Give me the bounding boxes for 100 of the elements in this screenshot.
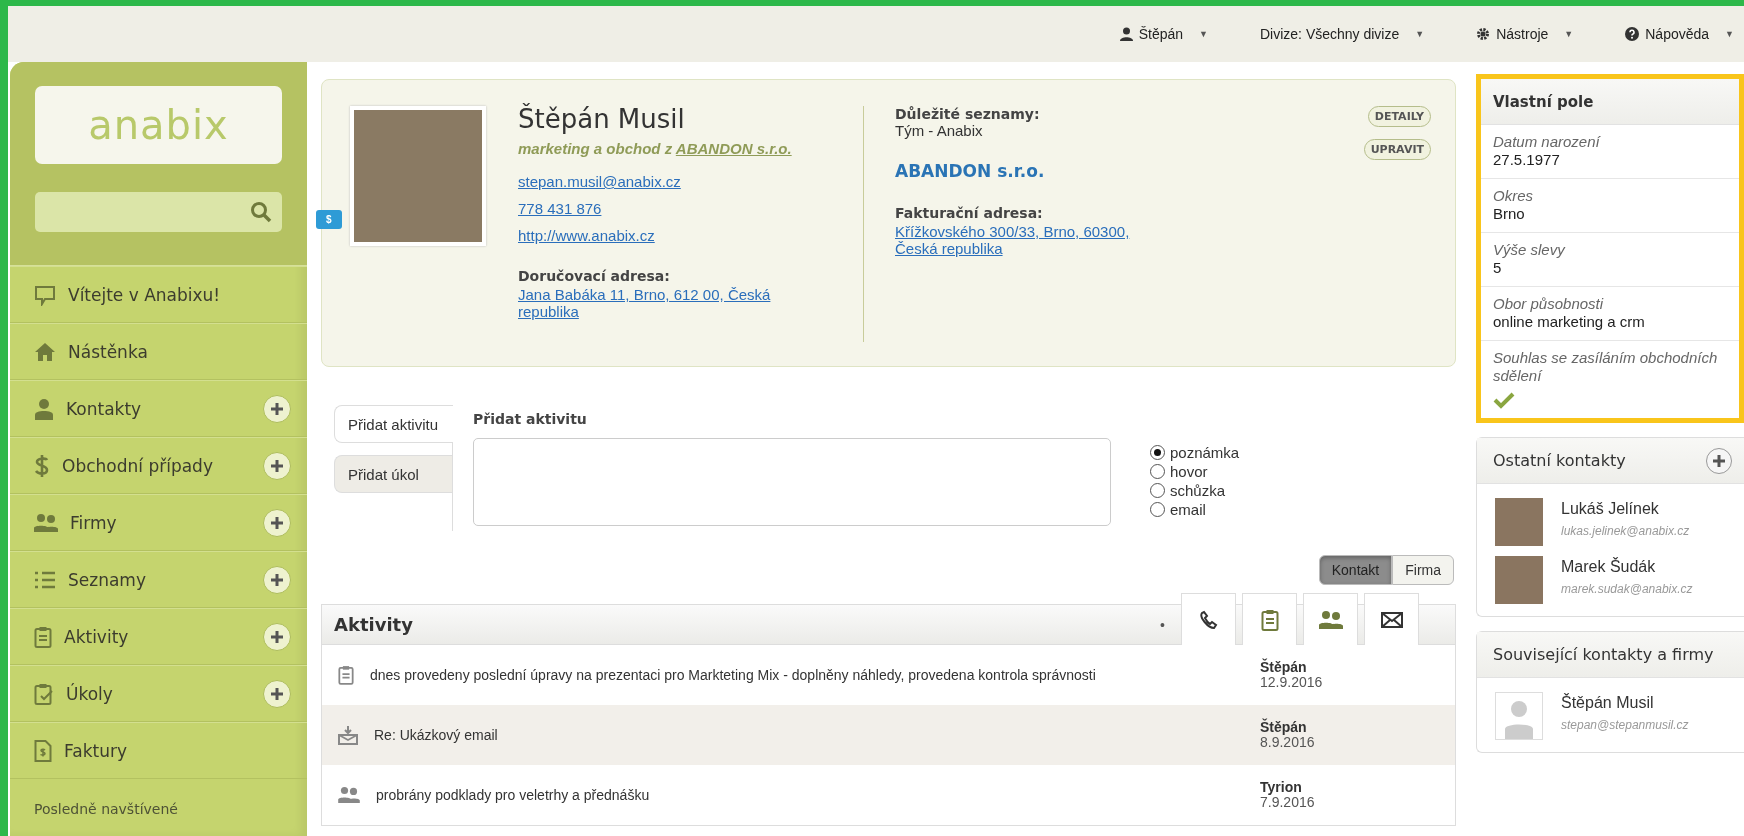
radio-button[interactable] [1150,464,1165,479]
contact-name[interactable]: Marek Šudák [1561,558,1693,576]
field-label: Důležité seznamy: [895,106,1041,122]
sidebar-item-label[interactable]: Aktivity [64,626,251,647]
sidebar-item-label[interactable]: Úkoly [66,683,251,704]
panel-title: Související kontakty a firmy [1493,645,1714,664]
sidebar-item[interactable]: Obchodní případy [10,437,307,494]
activity-row[interactable]: probrány podklady pro veletrhy a přednášku Tyrion 7.9.2016 [322,765,1455,825]
activity-text: dnes provedeny poslední úpravy na prezentaci pro Markteting Mix - doplněny náhledy, provedena kontrola správnosti [369,667,1097,683]
clipboard-icon [1260,608,1279,631]
plus-icon [270,458,284,473]
contact-email: lukas.jelinek@anabix.cz [1561,524,1690,538]
logo: anabix [88,102,229,148]
sidebar-item[interactable]: Firmy [10,494,307,551]
sidebar-item[interactable]: Kontakty [10,380,307,437]
add-button[interactable] [263,394,291,423]
author: Štěpán [1260,720,1308,735]
contact-subtitle: marketing a obchod z ABANDON s.r.o. [518,140,793,157]
speech-bubble-icon [34,283,56,306]
card-button[interactable]: DETAILY [1367,106,1431,127]
sidebar-item[interactable]: Úkoly [10,665,307,722]
add-button[interactable] [263,565,291,594]
plus-icon [270,401,284,416]
date: 8.9.2016 [1260,735,1316,750]
sidebar-item[interactable]: Nástěnka [10,323,307,380]
sidebar-item-label[interactable]: Firmy [70,512,251,533]
add-button[interactable] [263,679,291,708]
address-link[interactable]: Jana Babáka 11, Brno, 612 00, Česká republika [518,286,831,320]
sidebar-item[interactable]: Aktivity [10,608,307,665]
card-button[interactable]: UPRAVIT [1363,139,1431,160]
person-icon [34,397,54,420]
sidebar-item-label[interactable]: Obchodní případy [62,455,251,476]
activity-row[interactable]: dnes provedeny poslední úpravy na prezentaci pro Markteting Mix - doplněny náhledy, provedena kontrola správnosti Štěpán 12.9.2016 [322,645,1455,705]
author: Tyrion [1260,780,1303,795]
plus-icon [270,515,284,530]
toggle-button[interactable]: Kontakt [1318,555,1393,585]
author: Štěpán [1260,660,1308,675]
radio-button[interactable] [1150,445,1165,460]
toggle-button[interactable]: Firma [1392,555,1454,585]
add-button[interactable] [1706,447,1732,474]
phone-link[interactable]: 778 431 876 [518,200,602,217]
add-button[interactable] [263,622,291,651]
contact-email: marek.sudak@anabix.cz [1561,582,1693,596]
radio-option[interactable]: email [1150,500,1240,519]
search-field[interactable] [35,192,282,232]
address-link[interactable]: Křížkovského 300/33, Brno, 60300, Česká republika [895,223,1175,257]
search-icon [250,201,272,223]
top-menu-button[interactable]: Štěpán ▼ [1117,24,1210,44]
people-icon [34,512,58,533]
clipboard-icon [34,625,52,648]
activity-text: Re: Ukázkový email [373,727,499,743]
sidebar-item[interactable]: Seznamy [10,551,307,608]
activity-row[interactable]: Re: Ukázkový email Štěpán 8.9.2016 [322,705,1455,765]
field-label: Výše slevy [1493,241,1567,259]
radio-button[interactable] [1150,483,1165,498]
sidebar-item-label[interactable]: Vítejte v Anabixu! [68,284,291,305]
people-icon [1318,609,1343,630]
people-icon [338,786,360,804]
radio-button[interactable] [1150,502,1165,517]
sidebar-item[interactable]: Vítejte v Anabixu! [10,266,307,323]
activity-text: probrány podklady pro veletrhy a přednášku [375,787,651,803]
filter-tab[interactable] [1364,593,1419,645]
panel-title: Ostatní kontakty [1493,451,1626,470]
radio-option[interactable]: hovor [1150,462,1240,481]
settings-icon [1476,27,1491,41]
list-name: Tým - Anabix [895,122,984,139]
form-tab[interactable]: Přidat aktivitu [334,405,453,443]
filter-tab[interactable] [1181,593,1236,645]
field-label: Doručovací adresa: [518,268,671,284]
home-icon [34,341,56,362]
field-label: Obor působnosti [1493,295,1605,313]
email-link[interactable]: stepan.musil@anabix.cz [518,173,681,190]
field-label: Datum narození [1493,133,1602,151]
sidebar-item-label[interactable]: Faktury [64,740,291,761]
radio-label: poznámka [1170,443,1240,462]
radio-option[interactable]: poznámka [1150,443,1240,462]
clipboard-icon [338,665,354,685]
dot: • [1160,616,1165,633]
sidebar-item[interactable]: Faktury [10,722,307,779]
avatar-placeholder [1495,692,1543,740]
sidebar-item-label[interactable]: Seznamy [68,569,251,590]
radio-label: schůzka [1170,481,1226,500]
add-button[interactable] [263,508,291,537]
contact-name[interactable]: Lukáš Jelínek [1561,500,1690,518]
date: 7.9.2016 [1260,795,1316,810]
website-link[interactable]: http://www.anabix.cz [518,227,655,244]
envelope-icon [1380,611,1403,628]
form-tab[interactable]: Přidat úkol [334,455,452,493]
add-button[interactable] [263,451,291,480]
contact-name[interactable]: Štěpán Musil [1561,694,1689,712]
plus-icon [270,572,284,587]
top-menu-button[interactable]: Nápověda ▼ [1623,24,1736,44]
contact-name: Štěpán Musil [518,104,686,134]
sidebar-item-label[interactable]: Nástěnka [68,341,291,362]
field-value: online marketing a crm [1493,313,1646,331]
top-menu-button[interactable]: Divize: Všechny divize ▼ [1258,24,1427,44]
sidebar-item-label[interactable]: Kontakty [66,398,251,419]
radio-option[interactable]: schůzka [1150,481,1240,500]
top-menu-button[interactable]: Nástroje ▼ [1474,24,1576,44]
radio-label: hovor [1170,462,1208,481]
